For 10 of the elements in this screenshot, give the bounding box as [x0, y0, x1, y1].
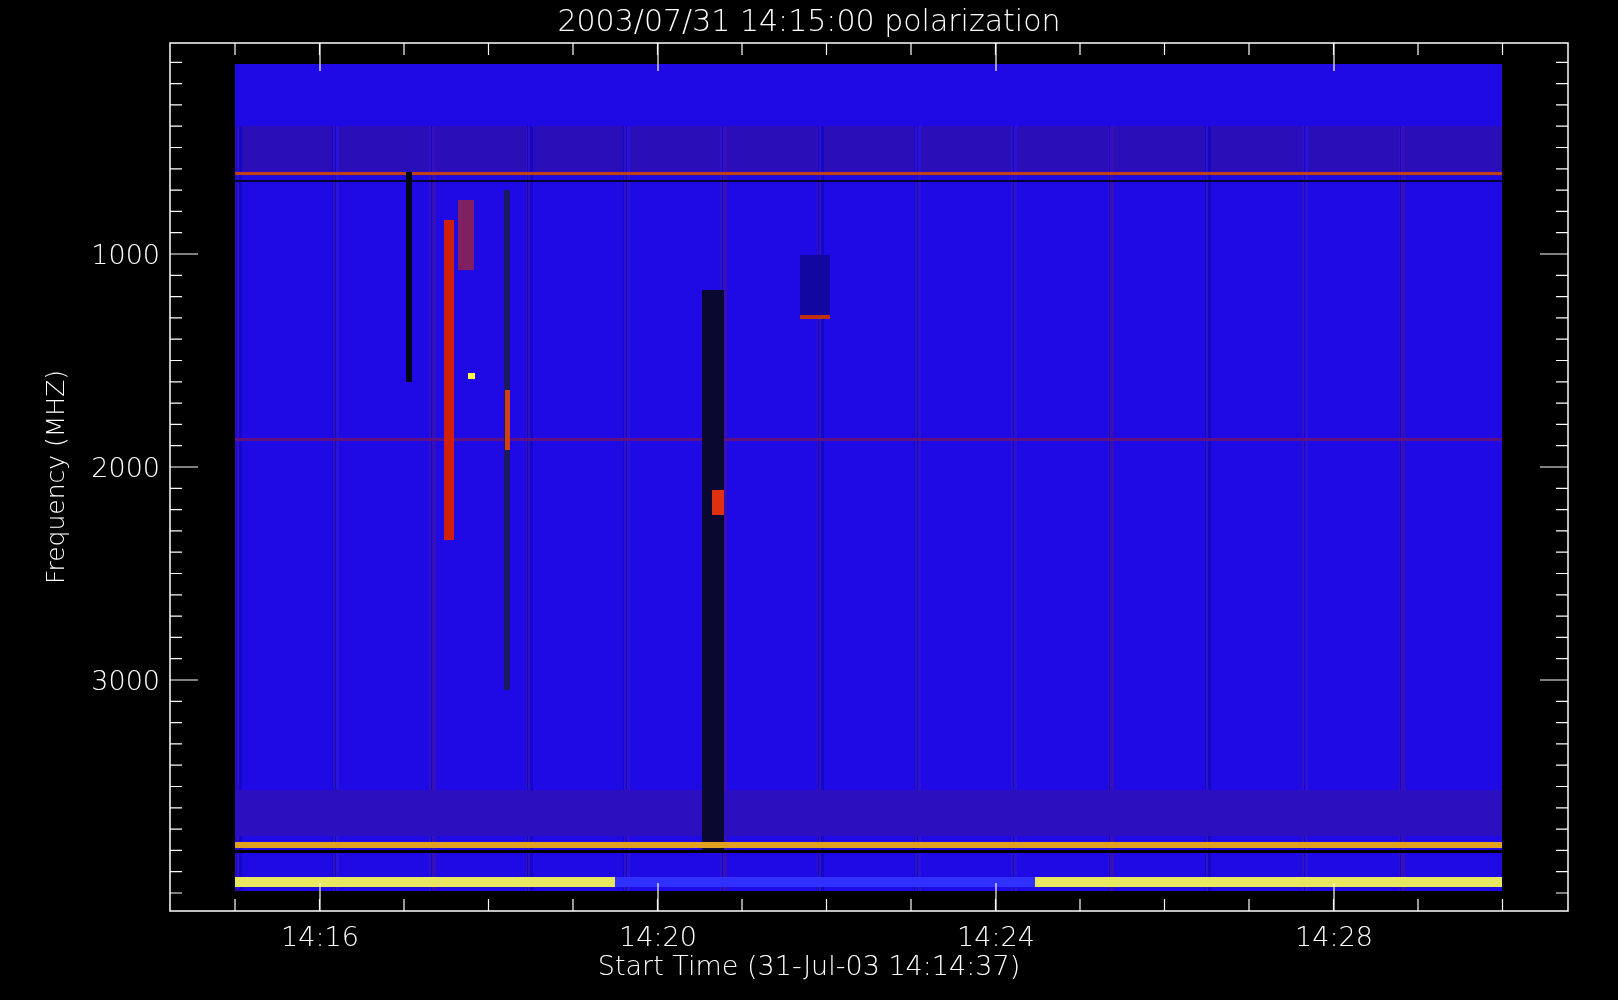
axis-tick-label: 14:20: [619, 921, 697, 952]
axis-tick-label: 14:16: [281, 921, 359, 952]
axis-tick-label: 14:28: [1295, 921, 1373, 952]
axis-tick-label: 2000: [91, 452, 160, 483]
axis-title: Start Time (31-Jul-03 14:14:37): [597, 950, 1021, 981]
chart-title: 2003/07/31 14:15:00 polarization: [557, 3, 1061, 38]
axis-tick-label: 1000: [91, 239, 160, 270]
axis-title: Frequency (MHZ): [41, 369, 70, 585]
axis-tick-label: 14:24: [957, 921, 1035, 952]
axis-tick-label: 3000: [91, 665, 160, 696]
